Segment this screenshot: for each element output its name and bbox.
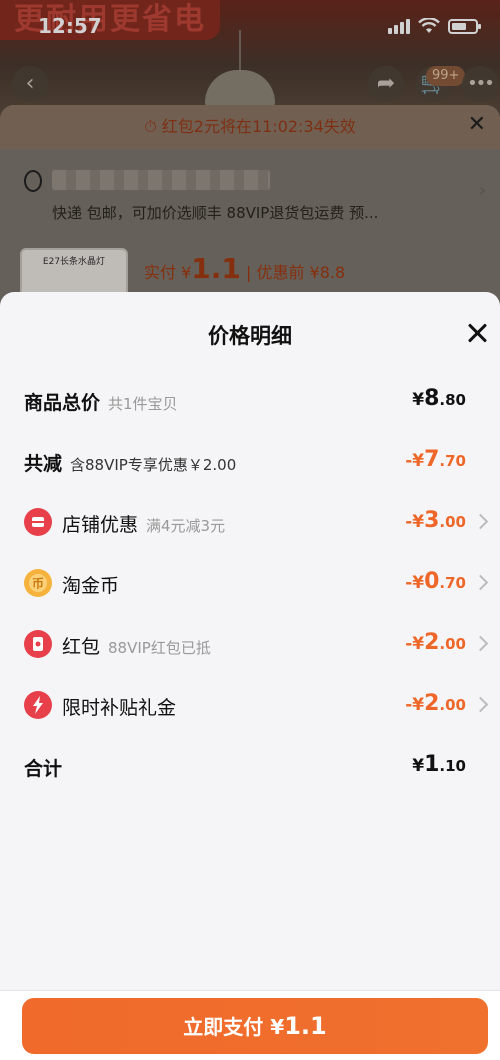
- row-amount: ¥1.10: [412, 752, 466, 777]
- row-amount: ¥8.80: [412, 386, 466, 411]
- row-label: 淘金币: [62, 575, 120, 597]
- sheet-title: 价格明细: [208, 324, 292, 348]
- row-amount: -¥3.00: [405, 508, 466, 533]
- coin-icon: 币: [24, 569, 52, 597]
- chevron-right-icon[interactable]: [472, 696, 489, 713]
- row-total-price: 商品总价 共1件宝贝 ¥8.80: [0, 380, 500, 420]
- chevron-right-icon[interactable]: [472, 574, 489, 591]
- redpack-icon: [24, 630, 52, 658]
- price-detail-sheet: 价格明细 商品总价 共1件宝贝 ¥8.80 共减 含88VIP专享优惠￥2.00 -…: [0, 292, 500, 1060]
- shop-icon: [24, 508, 52, 536]
- row-label: 店铺优惠 满4元减3元: [62, 514, 226, 536]
- pay-now-button[interactable]: 立即支付 ¥1.1: [22, 998, 488, 1054]
- row-label: 红包 88VIP红包已抵: [62, 636, 211, 658]
- row-total-discount: 共减 含88VIP专享优惠￥2.00 -¥7.70: [0, 441, 500, 481]
- row-shop-discount[interactable]: 店铺优惠 满4元减3元 -¥3.00: [0, 502, 500, 542]
- svg-text:币: 币: [32, 577, 44, 591]
- pay-button-label: 立即支付 ¥: [183, 1015, 285, 1039]
- chevron-right-icon[interactable]: [472, 635, 489, 652]
- row-sum: 合计 ¥1.10: [0, 746, 500, 786]
- row-taojinbi[interactable]: 币 淘金币 -¥0.70: [0, 563, 500, 603]
- row-sub: 满4元减3元: [146, 517, 226, 535]
- row-label: 共减 含88VIP专享优惠￥2.00: [24, 453, 237, 475]
- row-redpack[interactable]: 红包 88VIP红包已抵 -¥2.00: [0, 624, 500, 664]
- chevron-right-icon[interactable]: [472, 513, 489, 530]
- row-amount: -¥0.70: [405, 569, 466, 594]
- close-icon[interactable]: [462, 318, 492, 348]
- row-amount: -¥2.00: [405, 691, 466, 716]
- row-subsidy[interactable]: 限时补贴礼金 -¥2.00: [0, 685, 500, 725]
- row-label: 合计: [24, 758, 63, 780]
- row-label: 限时补贴礼金: [62, 697, 177, 719]
- pay-button-value: 1.1: [284, 1012, 327, 1040]
- lightning-icon: [24, 691, 52, 719]
- row-sub: 88VIP红包已抵: [108, 639, 211, 657]
- row-amount: -¥2.00: [405, 630, 466, 655]
- row-amount: -¥7.70: [405, 447, 466, 472]
- row-label: 商品总价 共1件宝贝: [24, 392, 178, 414]
- row-sub: 含88VIP专享优惠￥2.00: [70, 456, 237, 474]
- row-sub: 共1件宝贝: [108, 395, 178, 413]
